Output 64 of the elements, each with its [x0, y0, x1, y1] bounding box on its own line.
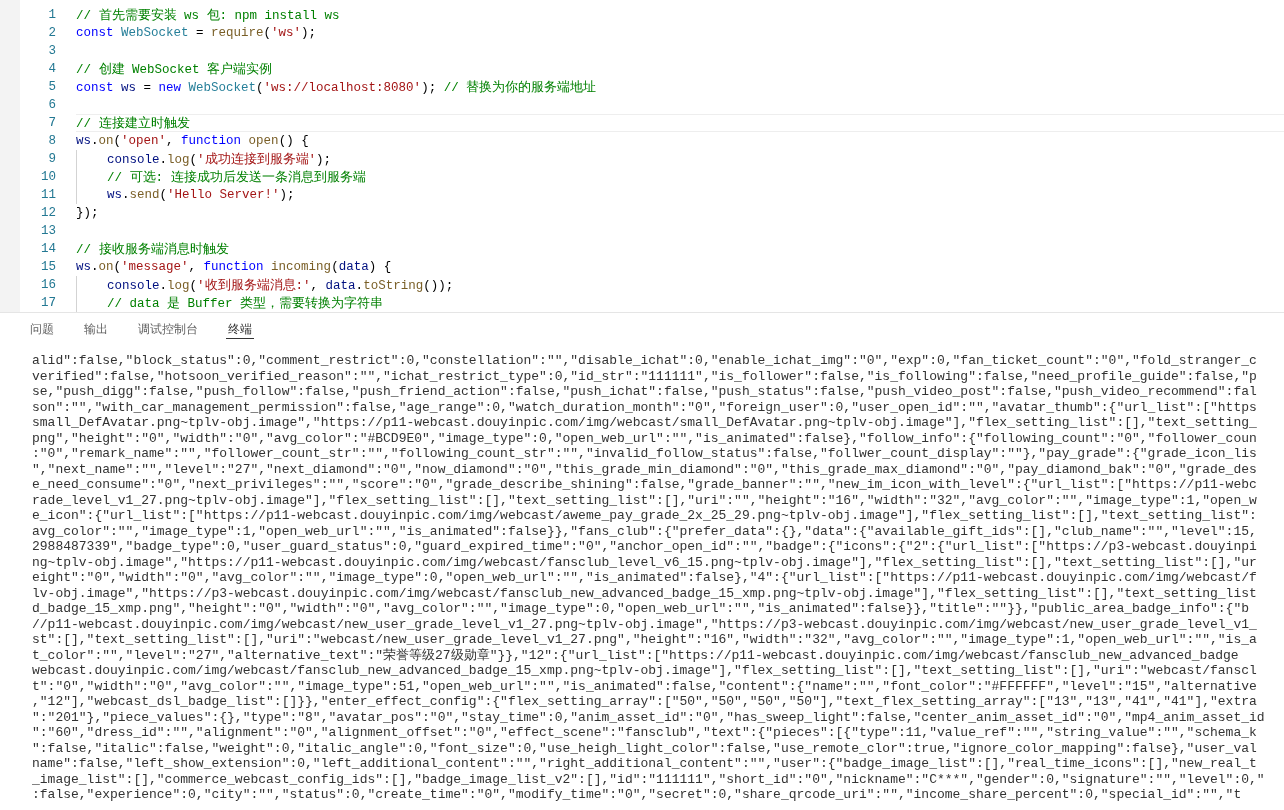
terminal-line: son":"","with_car_management_permission":false,"age_range":0,"watch_duration_month":"0","foreign_user":0,"user_open_id":"","avatar_thumb":{"url_list":["https — [32, 399, 1257, 415]
terminal-line: ","next_name":"","level":"27","next_diamond":"0","now_diamond":"0","this_grade_min_diamond":"0","this_grade_max_diamond":"0","pay_diamond_bak":"0","grade_des — [32, 461, 1257, 477]
terminal-line: d_badge_15_xmp.png","height":"0","width":"0","avg_color":"","image_type":0,"open_web_url":"","is_animated":false}},"title":""}},"public_area_badge_info":{"b — [32, 601, 1249, 617]
terminal-line: ng~tplv-obj.image","https://p11-webcast.douyinpic.com/img/webcast/fansclub_level_v6_15.png~tplv-obj.image"],"flex_setting_list":[],"text_setting_list":[],"ur — [32, 554, 1257, 570]
terminal-line: ":false,"italic":false,"weight":0,"italic_angle":0,"font_size":0,"use_heigh_light_color":false,"use_remote_clor":true,"ignore_color_mapping":false},"user_val — [32, 740, 1257, 756]
line-number: 9 — [47, 152, 56, 166]
code-line: ws.on('open', function open() { — [76, 134, 309, 148]
terminal-line: alid":false,"block_status":0,"comment_restrict":0,"constellation":"","disable_ichat":0,"enable_ichat_img":"0","exp":0,"fan_ticket_count":"0","fold_stranger_c — [32, 353, 1257, 369]
terminal-line: e_need_consume":"0","next_privileges":"","score":"0","grade_describe_shining":false,"grade_banner":"","new_im_icon_with_level":{"url_list":["https://p11-webc — [32, 477, 1257, 493]
terminal-line: e_icon":{"url_list":["https://p11-webcast.douyinpic.com/img/webcast/aweme_pay_grade_2x_25_29.png~tplv-obj.image"],"flex_setting_list":[],"text_setting_list": — [32, 508, 1257, 524]
terminal-line: t_color":"","level":"27","alternative_text":"荣誉等级27级勋章"}},"12":{"url_list":["https://p11-webcast.douyinpic.com/img/webcast/fansclub_new_advanced_badge — [32, 647, 1239, 663]
panel-tab[interactable]: 输出 — [82, 319, 110, 339]
terminal-line: st":[],"text_setting_list":[],"uri":"webcast/new_user_grade_level_v1_27.png","height":"16","width":"32","avg_color":"","image_type":1,"open_web_url":"","is_a — [32, 632, 1257, 648]
code-line: const ws = new WebSocket('ws://localhost:8080'); // 替换为你的服务端地址 — [76, 79, 597, 96]
terminal-line: lv-obj.image","https://p3-webcast.douyinpic.com/img/webcast/fansclub_new_advanced_badge_15_xmp.png~tplv-obj.image"],"flex_setting_list":[],"text_setting_list — [32, 585, 1257, 601]
code-line: // 接收服务端消息时触发 — [76, 241, 229, 258]
line-number: 7 — [47, 116, 56, 130]
terminal-line: verified":false,"hotsoon_verified_reason":"","ichat_restrict_type":0,"id_str":"111111","is_follower":false,"is_following":false,"need_profile_guide":false,"p — [32, 368, 1257, 384]
code-line: console.log('收到服务端消息:', data.toString()); — [107, 277, 454, 294]
line-number: 12 — [40, 206, 56, 220]
terminal-line: :"0","remark_name":"","follower_count_str":"","following_count_str":"","invalid_follow_status":false,"follwer_count_display":""},"pay_grade":{"grade_icon_lis — [32, 446, 1257, 462]
panel-tab[interactable]: 问题 — [28, 319, 56, 339]
line-number: 2 — [47, 26, 56, 40]
code-line: ws.send('Hello Server!'); — [107, 188, 295, 202]
code-line: const WebSocket = require('ws'); — [76, 26, 317, 40]
terminal-line: png","height":"0","width":"0","avg_color":"#BCD9E0","image_type":0,"open_web_url":"","is_animated":false},"follow_info":{"following_count":"0","follower_coun — [32, 430, 1257, 446]
terminal-line: 2988487339","badge_type":0,"user_guard_status":0,"guard_expired_time":"0","anchor_open_id":"","badge":{"icons":{"2":{"url_list":["https://p3-webcast.douyinpi — [32, 539, 1257, 555]
code-line: // 首先需要安装 ws 包: npm install ws — [76, 7, 340, 24]
terminal-line: //p11-webcast.douyinpic.com/img/webcast/new_user_grade_level_v1_27.png~tplv-obj.image","https://p3-webcast.douyinpic.com/img/webcast/new_user_grade_level_v1_ — [32, 616, 1257, 632]
line-number: 6 — [47, 98, 56, 112]
line-number: 10 — [40, 170, 56, 184]
code-line: ws.on('message', function incoming(data) { — [76, 260, 392, 274]
terminal-line: small_DefAvatar.png~tplv-obj.image","https://p11-webcast.douyinpic.com/img/webcast/small_DefAvatar.png~tplv-obj.image"],"flex_setting_list":[],"text_setting_ — [32, 415, 1257, 431]
line-number: 14 — [40, 242, 56, 256]
terminal-line: _image_list":[],"commerce_webcast_config_ids":[],"badge_image_list_v2":[],"id":"111111","short_id":"0","nickname":"C***","gender":0,"signature":"","level":0," — [32, 771, 1265, 787]
terminal-line: webcast.douyinpic.com/img/webcast/fansclub_new_advanced_badge_15_xmp.png~tplv-obj.image"],"flex_setting_list":[],"text_setting_list":[],"uri":"webcast/fanscl — [32, 663, 1257, 679]
code-line: // 连接建立时触发 — [76, 115, 190, 132]
panel-tab[interactable]: 调试控制台 — [136, 319, 200, 339]
line-number: 3 — [47, 44, 56, 58]
terminal-line: eight":"0","width":"0","avg_color":"","image_type":0,"open_web_url":"","is_animated":false},"4":{"url_list":["https://p11-webcast.douyinpic.com/img/webcast/f — [32, 570, 1257, 586]
line-number: 4 — [47, 62, 56, 76]
terminal-line: rade_level_v1_27.png~tplv-obj.image"],"flex_setting_list":[],"text_setting_list":[],"uri":"","height":"16","width":"32","avg_color":"","image_type":1,"open_w — [32, 492, 1257, 508]
line-number: 16 — [40, 278, 56, 292]
line-number: 8 — [47, 134, 56, 148]
panel-tab[interactable]: 终端 — [226, 319, 254, 339]
line-number: 5 — [47, 80, 56, 94]
terminal-line: se,"push_digg":false,"push_follow":false,"push_friend_action":false,"push_ichat":false,"push_status":false,"push_video_post":false,"push_video_recommend":fal — [32, 384, 1257, 400]
terminal-line: ":"60","dress_id":"","alignment":"0","alignment_offset":"0","effect_scene":"fansclub","text":{"pieces":[{"type":11,"value_ref":"","string_value":"","schema_k — [32, 725, 1257, 741]
line-number: 17 — [40, 296, 56, 310]
code-line: console.log('成功连接到服务端'); — [107, 151, 332, 168]
terminal-line: t":"0","width":"0","avg_color":"","image_type":51,"open_web_url":"","is_animated":false,"content":{"name":"","font_color":"#FFFFFF","level":"15","alternative — [32, 678, 1257, 694]
line-number: 11 — [40, 188, 56, 202]
line-number: 1 — [47, 8, 56, 22]
code-line: // 可选: 连接成功后发送一条消息到服务端 — [107, 169, 366, 186]
terminal-line: avg_color":"","image_type":1,"open_web_url":"","is_animated":false}},"fans_club":{"prefer_data":{},"data":{"available_gift_ids":[],"club_name":"","level":15, — [32, 523, 1257, 539]
terminal-line: ,"12"],"webcast_dsl_badge_list":[]}},"enter_effect_config":{"flex_setting_array":["50","50","50","50"],"text_flex_setting_array":["13","13","41","41"],"extra — [32, 694, 1257, 710]
code-line: // data 是 Buffer 类型，需要转换为字符串 — [107, 295, 384, 312]
terminal-line: name":false,"left_show_extension":0,"left_additional_content":"","right_additional_content":"","user":{"badge_image_list":[],"real_time_icons":[],"new_real_t — [32, 756, 1257, 772]
code-line: }); — [76, 206, 99, 220]
terminal-line: :false,"experience":0,"city":"","status":0,"create_time":"0","modify_time":"0","secret":0,"share_qrcode_uri":"","income_share_percent":0,"special_id":"","t — [32, 787, 1242, 803]
terminal-line: ":"201"},"piece_values":{},"type":"8","avatar_pos":"0","stay_time":0,"anim_asset_id":"0","has_sweep_light":false,"center_anim_asset_id":"0","mp4_anim_asset_id — [32, 709, 1265, 725]
code-line: // 创建 WebSocket 客户端实例 — [76, 61, 273, 78]
line-number: 15 — [40, 260, 56, 274]
line-number: 13 — [40, 224, 56, 238]
